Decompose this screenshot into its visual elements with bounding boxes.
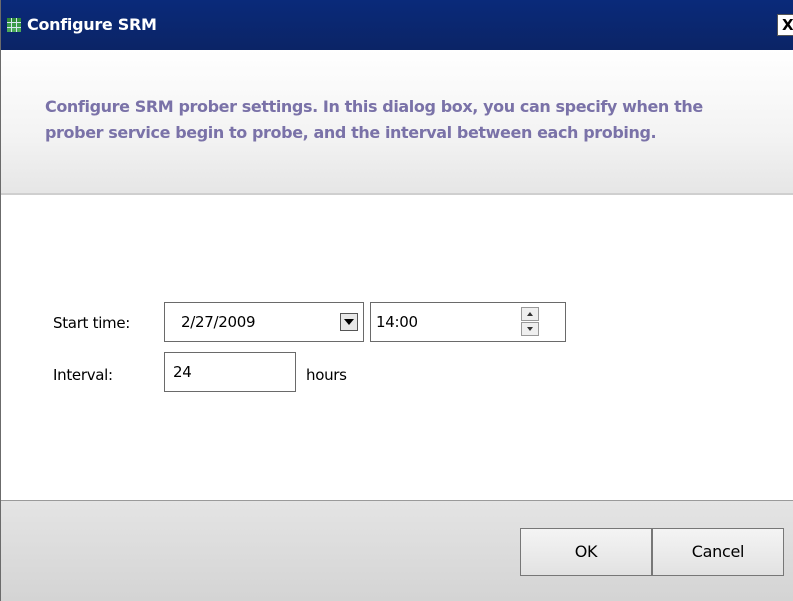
start-date-value: 2/27/2009 xyxy=(181,313,256,331)
chevron-down-icon[interactable] xyxy=(340,313,358,331)
start-date-picker[interactable]: 2/27/2009 xyxy=(164,302,364,342)
start-time-label: Start time: xyxy=(53,314,131,332)
spin-up-icon[interactable] xyxy=(521,307,539,321)
time-spinner xyxy=(521,307,539,337)
interval-unit-label: hours xyxy=(306,366,347,384)
description-header: Configure SRM prober settings. In this d… xyxy=(1,50,793,195)
app-grid-icon xyxy=(7,18,21,32)
description-text: Configure SRM prober settings. In this d… xyxy=(45,97,703,142)
interval-label: Interval: xyxy=(53,366,113,384)
spin-down-icon[interactable] xyxy=(521,322,539,336)
cancel-button[interactable]: Cancel xyxy=(652,528,784,576)
ok-button[interactable]: OK xyxy=(520,528,652,576)
configure-srm-dialog: Configure SRM X Configure SRM prober set… xyxy=(0,0,793,601)
start-time-value: 14:00 xyxy=(376,313,418,331)
interval-input[interactable] xyxy=(164,352,296,392)
window-title: Configure SRM xyxy=(27,15,157,34)
close-button[interactable]: X xyxy=(777,14,793,36)
title-bar[interactable]: Configure SRM X xyxy=(1,0,793,50)
start-time-field[interactable]: 14:00 xyxy=(370,302,566,342)
